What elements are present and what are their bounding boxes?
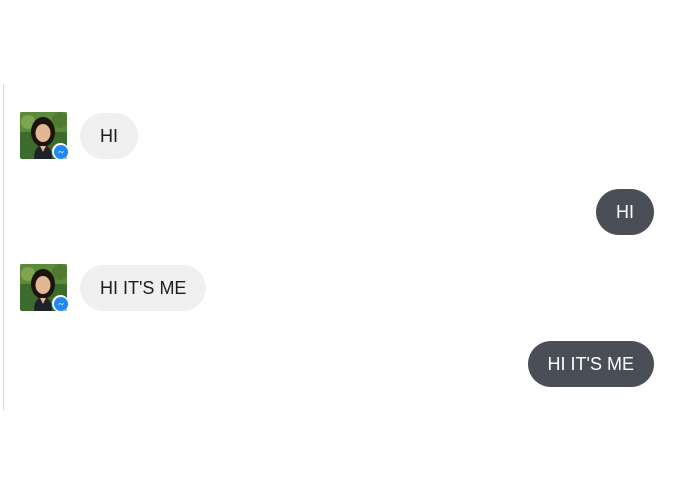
- message-row: HI: [0, 188, 695, 236]
- messenger-badge: [52, 295, 69, 312]
- message-row: HI: [0, 112, 695, 160]
- incoming-message-bubble[interactable]: HI: [80, 113, 138, 159]
- messenger-icon: [53, 296, 68, 311]
- messenger-badge: [52, 143, 69, 160]
- outgoing-message-bubble[interactable]: HI IT'S ME: [527, 341, 654, 387]
- message-row: HI IT'S ME: [0, 264, 695, 312]
- outgoing-message-bubble[interactable]: HI: [596, 189, 654, 235]
- incoming-message-bubble[interactable]: HI IT'S ME: [80, 265, 207, 311]
- chat-window: HI HI HI IT'S ME HI IT'S ME: [0, 0, 695, 494]
- avatar[interactable]: [20, 264, 69, 312]
- message-row: HI IT'S ME: [0, 340, 695, 388]
- avatar[interactable]: [20, 112, 69, 160]
- messenger-icon: [53, 144, 68, 159]
